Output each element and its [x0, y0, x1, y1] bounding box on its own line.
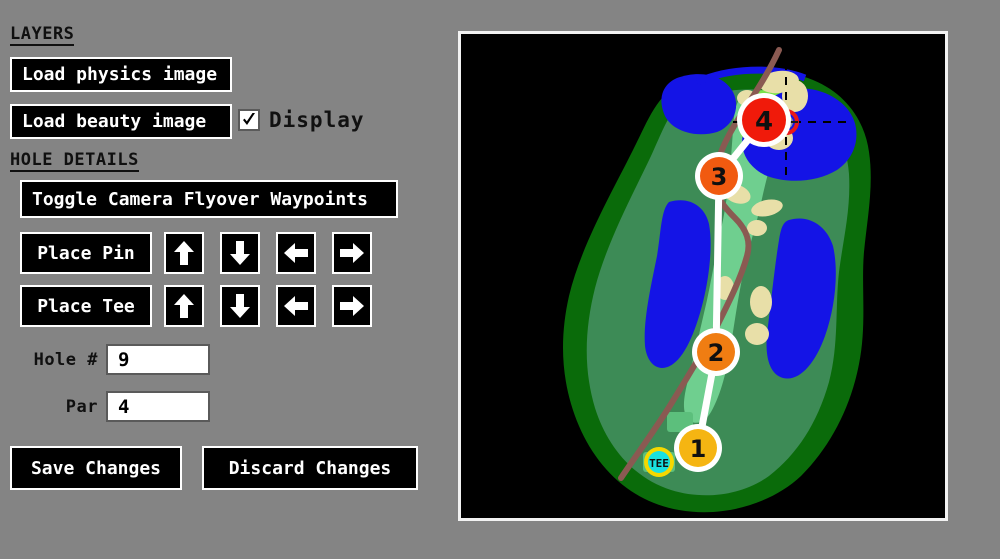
- arrow-right-icon: [340, 243, 364, 263]
- arrow-right-icon: [340, 296, 364, 316]
- pin-nudge-up-button[interactable]: [164, 232, 204, 274]
- tee-nudge-right-button[interactable]: [332, 285, 372, 327]
- tee-marker[interactable]: TEE: [644, 447, 674, 477]
- par-input[interactable]: 4: [106, 391, 210, 422]
- waypoint-4[interactable]: 4: [737, 93, 791, 147]
- pin-nudge-right-button[interactable]: [332, 232, 372, 274]
- load-physics-image-button[interactable]: Load physics image: [10, 57, 232, 92]
- display-checkbox-row[interactable]: Display: [238, 108, 365, 132]
- pin-nudge-down-button[interactable]: [220, 232, 260, 274]
- tee-nudge-left-button[interactable]: [276, 285, 316, 327]
- par-label: Par: [65, 396, 98, 417]
- tee-marker-label: TEE: [649, 457, 669, 470]
- hole-number-label: Hole #: [33, 349, 98, 370]
- waypoint-2[interactable]: 2: [692, 328, 740, 376]
- waypoint-4-label: 4: [755, 107, 773, 137]
- arrow-down-icon: [230, 241, 250, 265]
- load-beauty-image-button[interactable]: Load beauty image: [10, 104, 232, 139]
- arrow-down-icon: [230, 294, 250, 318]
- hole-number-row: Hole # 9: [20, 344, 210, 375]
- save-changes-button[interactable]: Save Changes: [10, 446, 182, 490]
- place-pin-button[interactable]: Place Pin: [20, 232, 152, 274]
- par-row: Par 4: [20, 391, 210, 422]
- tee-nudge-down-button[interactable]: [220, 285, 260, 327]
- waypoint-3-label: 3: [711, 163, 728, 191]
- waypoint-3[interactable]: 3: [695, 152, 743, 200]
- hole-number-input[interactable]: 9: [106, 344, 210, 375]
- section-title-layers: LAYERS: [10, 24, 75, 46]
- display-checkbox-label: Display: [269, 108, 365, 132]
- pin-nudge-left-button[interactable]: [276, 232, 316, 274]
- place-tee-button[interactable]: Place Tee: [20, 285, 152, 327]
- hole-map[interactable]: TEE 1 2 3 4: [461, 34, 945, 518]
- display-checkbox[interactable]: [238, 109, 260, 131]
- check-icon: [243, 113, 255, 125]
- section-title-hole-details: HOLE DETAILS: [10, 150, 139, 172]
- tee-nudge-up-button[interactable]: [164, 285, 204, 327]
- waypoint-1[interactable]: 1: [674, 424, 722, 472]
- arrow-left-icon: [284, 243, 308, 263]
- arrow-up-icon: [174, 241, 194, 265]
- arrow-left-icon: [284, 296, 308, 316]
- editor-panel: LAYERS Load physics image Load beauty im…: [0, 0, 450, 559]
- hole-map-viewport[interactable]: TEE 1 2 3 4: [458, 31, 948, 521]
- discard-changes-button[interactable]: Discard Changes: [202, 446, 418, 490]
- toggle-camera-flyover-waypoints-button[interactable]: Toggle Camera Flyover Waypoints: [20, 180, 398, 218]
- waypoint-2-label: 2: [708, 339, 725, 367]
- waypoint-1-label: 1: [690, 435, 707, 463]
- arrow-up-icon: [174, 294, 194, 318]
